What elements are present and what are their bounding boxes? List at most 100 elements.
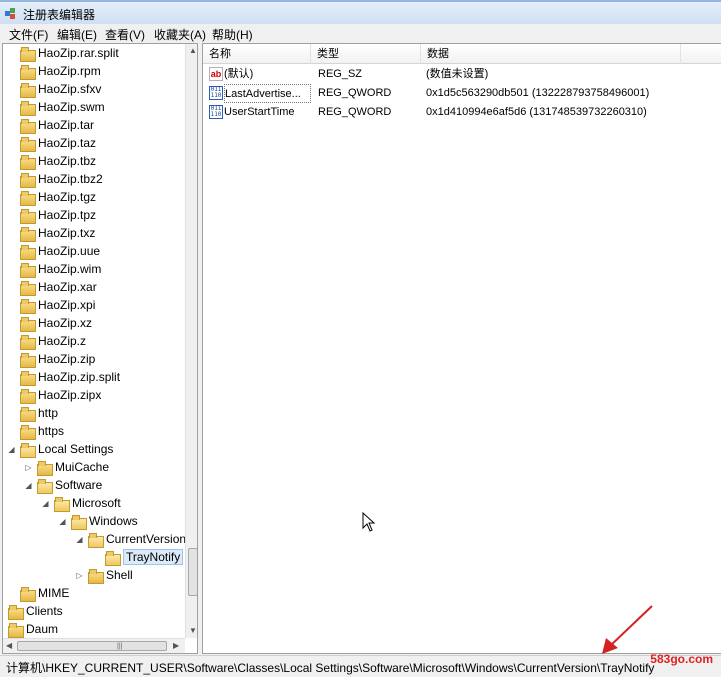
binary-value-icon: 011 110	[209, 86, 223, 100]
folder-icon	[20, 370, 36, 386]
tree-item[interactable]: HaoZip.rar.split	[7, 44, 119, 62]
tree-item-label: HaoZip.rar.split	[38, 46, 119, 60]
tree-item-label: HaoZip.uue	[38, 244, 101, 258]
tree-item-label: HaoZip.tbz2	[38, 172, 103, 186]
tree-hscroll-thumb[interactable]: |||	[17, 641, 167, 651]
tree-item-label: HaoZip.tar	[38, 118, 95, 132]
menu-file[interactable]: 文件(F)	[9, 26, 48, 43]
tree-item[interactable]: HaoZip.zip.split	[7, 368, 120, 386]
scroll-right-icon[interactable]: ▶	[173, 641, 179, 650]
folder-icon	[20, 136, 36, 152]
list-row[interactable]: ab (默认) REG_SZ (数值未设置)	[203, 65, 721, 84]
expanded-arrow-icon[interactable]: ◢	[58, 517, 67, 526]
tree-item[interactable]: HaoZip.wim	[7, 260, 101, 278]
scroll-down-icon[interactable]: ▼	[189, 626, 197, 635]
menu-favorites[interactable]: 收藏夹(A)	[154, 26, 206, 43]
tree-item[interactable]: HaoZip.zipx	[7, 386, 101, 404]
tree-item[interactable]: HaoZip.tgz	[7, 188, 96, 206]
tree-item[interactable]: HaoZip.rpm	[7, 62, 101, 80]
folder-icon	[20, 64, 36, 80]
folder-icon	[20, 244, 36, 260]
scroll-up-icon[interactable]: ▲	[189, 46, 197, 55]
expanded-arrow-icon[interactable]: ◢	[24, 481, 33, 490]
scroll-left-icon[interactable]: ◀	[6, 641, 12, 650]
column-name[interactable]: 名称	[203, 44, 311, 64]
tree-item[interactable]: ▷ MuiCache	[24, 458, 109, 476]
tree-item-label: Local Settings	[38, 442, 114, 456]
menu-view[interactable]: 查看(V)	[105, 26, 145, 43]
folder-icon	[20, 208, 36, 224]
menu-edit[interactable]: 编辑(E)	[57, 26, 97, 43]
tree-item[interactable]: ◢ Software	[24, 476, 102, 494]
tree-scroll-thumb[interactable]	[188, 548, 197, 596]
folder-icon	[20, 352, 36, 368]
folder-icon	[88, 532, 104, 548]
tree-item[interactable]: ◢ CurrentVersion	[75, 530, 186, 548]
tree-item[interactable]: ◢ Local Settings	[7, 440, 113, 458]
value-data: 0x1d5c563290db501 (132228793758496001)	[426, 87, 650, 99]
menu-help[interactable]: 帮助(H)	[212, 26, 253, 43]
tree-item[interactable]: Clients	[3, 602, 63, 620]
tree-item-label: Shell	[106, 568, 133, 582]
tree-item[interactable]: HaoZip.z	[7, 332, 86, 350]
tree-item[interactable]: HaoZip.tbz	[7, 152, 96, 170]
tree-item[interactable]: ◢ Microsoft	[41, 494, 121, 512]
value-type: REG_QWORD	[318, 87, 392, 99]
expanded-arrow-icon[interactable]: ◢	[41, 499, 50, 508]
column-data[interactable]: 数据	[421, 44, 681, 64]
tree-item[interactable]: ▷ Shell	[75, 566, 133, 584]
tree-horizontal-scrollbar[interactable]: ◀ ||| ▶	[3, 638, 185, 653]
registry-tree[interactable]: HaoZip.rar.split HaoZip.rpm HaoZip.sfxv Hao…	[2, 43, 198, 654]
tree-item[interactable]: HaoZip.txz	[7, 224, 95, 242]
tree-item[interactable]: ◢ Windows	[58, 512, 138, 530]
tree-vertical-scrollbar[interactable]: ▲ ▼	[185, 44, 197, 638]
list-row[interactable]: 011 110 LastAdvertise... REG_QWORD 0x1d5c56…	[203, 84, 721, 103]
tree-item[interactable]: HaoZip.tbz2	[7, 170, 103, 188]
tree-item-label: HaoZip.xpi	[38, 298, 96, 312]
tree-item-label: Windows	[89, 514, 138, 528]
tree-item[interactable]: HaoZip.swm	[7, 98, 105, 116]
watermark: 583go.com	[650, 652, 713, 666]
values-list[interactable]: 名称 类型 数据 ab (默认) REG_SZ (数值未设置) 011 110 LastA…	[202, 43, 721, 654]
tree-item[interactable]: HaoZip.xar	[7, 278, 97, 296]
tree-item[interactable]: HaoZip.tpz	[7, 206, 96, 224]
tree-item[interactable]: HaoZip.sfxv	[7, 80, 101, 98]
value-data: 0x1d410994e6af5d6 (131748539732260310)	[426, 106, 647, 118]
column-type[interactable]: 类型	[311, 44, 421, 64]
tree-item[interactable]: HaoZip.zip	[7, 350, 95, 368]
folder-icon	[20, 172, 36, 188]
tree-item-label: HaoZip.taz	[38, 136, 97, 150]
tree-item[interactable]: HaoZip.xpi	[7, 296, 95, 314]
tree-item[interactable]: TrayNotify	[92, 548, 184, 566]
collapsed-arrow-icon[interactable]: ▷	[24, 463, 33, 472]
tree-item[interactable]: Daum	[3, 620, 58, 638]
collapsed-arrow-icon[interactable]: ▷	[75, 571, 84, 580]
folder-icon	[20, 190, 36, 206]
tree-item[interactable]: MIME	[7, 584, 69, 602]
folder-icon	[8, 622, 24, 638]
tree-item[interactable]: https	[7, 422, 64, 440]
expanded-arrow-icon[interactable]: ◢	[75, 535, 84, 544]
tree-item-label: HaoZip.tpz	[38, 208, 97, 222]
folder-icon	[37, 478, 53, 494]
tree-item-label: TrayNotify	[123, 549, 184, 565]
tree-item[interactable]: HaoZip.xz	[7, 314, 92, 332]
list-row[interactable]: 011 110 UserStartTime REG_QWORD 0x1d410994e…	[203, 103, 721, 122]
expanded-arrow-icon[interactable]: ◢	[7, 445, 16, 454]
tree-item[interactable]: http	[7, 404, 58, 422]
tree-item[interactable]: HaoZip.uue	[7, 242, 100, 260]
title-bar: 注册表编辑器	[0, 0, 721, 24]
tree-item[interactable]: HaoZip.tar	[7, 116, 94, 134]
tree-item[interactable]: HaoZip.taz	[7, 134, 96, 152]
